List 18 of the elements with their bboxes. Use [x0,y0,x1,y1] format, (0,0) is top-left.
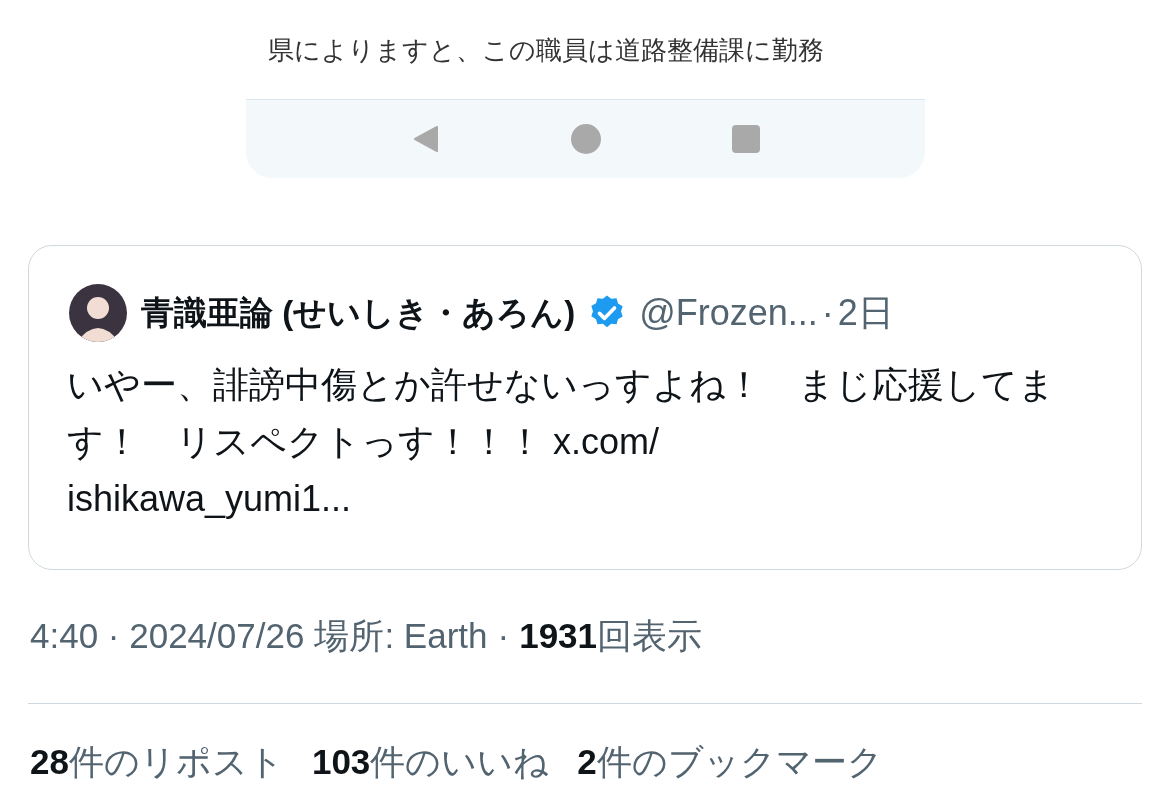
separator: · [497,615,510,657]
post-timestamp: 4:40 · 2024/07/26 [30,615,305,657]
separator: · [821,291,834,335]
view-label: 回表示 [597,615,703,657]
view-count: 1931 [519,615,598,657]
author-name: 青識亜論 (せいしき・あろん) [141,293,576,334]
stat-link[interactable]: 103件のいいね [311,735,550,788]
avatar[interactable] [69,284,127,342]
quoted-post-card[interactable]: 青識亜論 (せいしき・あろん) @Frozen...·2日 いやー、誹謗中傷とか許せないっすよね！ まじ応援してます！ リスペクトっす！！！ x.com/ ishikawa_yumi1... [28,245,1142,570]
recents-icon[interactable] [731,125,760,153]
post-location: 場所: Earth [314,615,488,657]
stat-link[interactable]: 2件のブックマーク [577,735,883,788]
post-text: いやー、誹謗中傷とか許せないっすよね！ まじ応援してます！ リスペクトっす！！！ x.com/ ishikawa_yumi1... [67,363,1056,521]
home-icon[interactable] [571,124,602,154]
article-text: 県によりますと、この職員は道路整備課に勤務 [268,34,825,67]
post-time: 2日 [837,291,894,335]
stat-link[interactable]: 28件のリポスト [30,735,284,788]
author-handle: @Frozen... [639,291,818,335]
